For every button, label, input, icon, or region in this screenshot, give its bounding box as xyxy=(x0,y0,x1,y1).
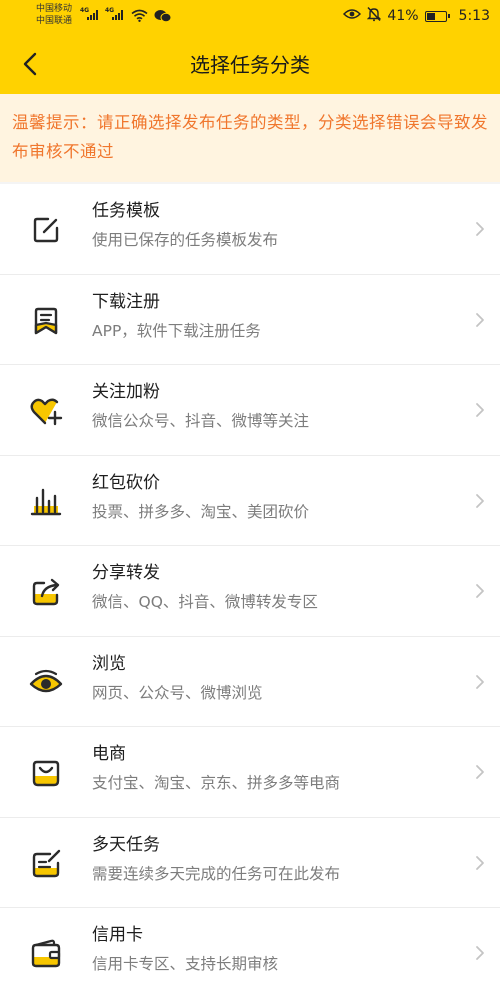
heart-plus-icon xyxy=(28,393,64,429)
network-type-1: 4G xyxy=(80,7,90,14)
status-bar: 中国移动 中国联通 4G 4G 41% 5:13 xyxy=(0,0,500,36)
category-title: 电商 xyxy=(92,744,126,764)
category-item-ecommerce[interactable]: 电商 支付宝、淘宝、京东、拼多多等电商 xyxy=(0,727,500,818)
category-desc: 微信公众号、抖音、微博等关注 xyxy=(92,412,310,430)
category-desc: 需要连续多天完成的任务可在此发布 xyxy=(92,864,341,883)
category-item-browse[interactable]: 浏览 网页、公众号、微博浏览 xyxy=(0,636,500,727)
chevron-right-icon xyxy=(474,944,486,962)
chevron-right-icon xyxy=(474,763,486,781)
carrier-1: 中国移动 xyxy=(36,4,73,14)
signal-icon: 4G xyxy=(80,8,102,20)
category-title: 任务模板 xyxy=(92,201,160,221)
category-item-bargain[interactable]: 红包砍价 投票、拼多多、淘宝、美团砍价 xyxy=(0,455,500,546)
edit-icon xyxy=(28,212,64,248)
category-desc: 支付宝、淘宝、京东、拼多多等电商 xyxy=(92,774,341,792)
bar-chart-icon xyxy=(28,484,64,520)
carrier-2: 中国联通 xyxy=(36,16,73,26)
category-desc: 网页、公众号、微博浏览 xyxy=(92,683,263,702)
carrier-labels: 中国移动 中国联通 xyxy=(36,3,72,27)
chevron-right-icon xyxy=(474,854,486,872)
category-title: 分享转发 xyxy=(92,563,160,583)
status-right: 41% 5:13 xyxy=(337,6,490,26)
category-title: 信用卡 xyxy=(92,925,143,945)
wechat-icon xyxy=(154,8,172,27)
category-desc: 使用已保存的任务模板发布 xyxy=(92,231,279,249)
wifi-icon xyxy=(131,7,148,26)
chevron-right-icon xyxy=(474,492,486,510)
category-item-download-register[interactable]: 下载注册 APP，软件下载注册任务 xyxy=(0,274,500,365)
share-icon xyxy=(28,574,64,610)
mute-icon xyxy=(367,6,382,26)
chevron-right-icon xyxy=(474,673,486,691)
category-item-multi-day[interactable]: 多天任务 需要连续多天完成的任务可在此发布 xyxy=(0,817,500,908)
category-desc: APP，软件下载注册任务 xyxy=(92,321,261,340)
category-list: 任务模板 使用已保存的任务模板发布 下载注册 APP，软件下载注册任务 关注加粉… xyxy=(0,184,500,988)
bookmark-icon xyxy=(28,303,64,339)
chevron-right-icon xyxy=(474,582,486,600)
category-item-credit-card[interactable]: 信用卡 信用卡专区、支持长期审核 xyxy=(0,908,500,988)
chevron-right-icon xyxy=(474,401,486,419)
clock: 5:13 xyxy=(458,8,490,24)
category-title: 红包砍价 xyxy=(92,472,160,493)
battery-fill xyxy=(426,12,435,20)
category-item-task-template[interactable]: 任务模板 使用已保存的任务模板发布 xyxy=(0,184,500,275)
shopping-bag-icon xyxy=(28,755,64,791)
app-bar: 选择任务分类 xyxy=(0,36,500,94)
category-item-share[interactable]: 分享转发 微信、QQ、抖音、微博转发专区 xyxy=(0,546,500,637)
category-title: 下载注册 xyxy=(92,291,160,312)
page-title: 选择任务分类 xyxy=(190,53,310,77)
calendar-edit-icon xyxy=(28,846,64,882)
eye-icon xyxy=(343,8,362,24)
warning-notice: 温馨提示：请正确选择发布任务的类型，分类选择错误会导致发布审核不通过 xyxy=(0,94,500,182)
category-title: 关注加粉 xyxy=(92,382,160,402)
chevron-right-icon xyxy=(474,311,486,329)
category-title: 浏览 xyxy=(92,653,126,674)
wallet-icon xyxy=(28,936,64,972)
signal-icon: 4G xyxy=(105,8,127,20)
category-desc: 微信、QQ、抖音、微博转发专区 xyxy=(92,593,318,611)
category-desc: 投票、拼多多、淘宝、美团砍价 xyxy=(92,502,310,521)
eye-icon xyxy=(28,665,64,701)
battery-icon xyxy=(424,10,450,22)
category-title: 多天任务 xyxy=(92,834,160,855)
category-item-follow[interactable]: 关注加粉 微信公众号、抖音、微博等关注 xyxy=(0,365,500,456)
category-desc: 信用卡专区、支持长期审核 xyxy=(92,955,279,973)
network-type-2: 4G xyxy=(105,7,115,14)
chevron-right-icon xyxy=(474,220,486,238)
battery-percent: 41% xyxy=(387,8,419,24)
